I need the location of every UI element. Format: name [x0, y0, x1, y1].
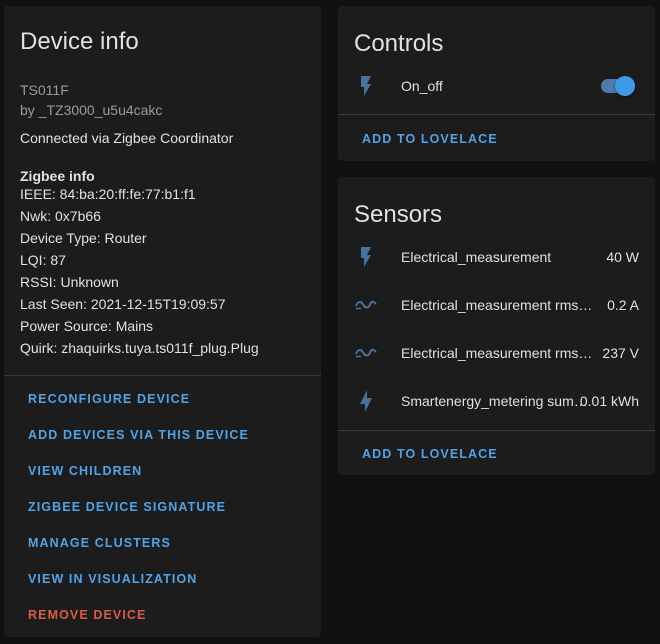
zigbee-last-seen: Last Seen: 2021-12-15T19:09:57	[20, 296, 226, 312]
sensor-value: 0.2 A	[607, 297, 639, 313]
sensor-row[interactable]: Electrical_measurement rms_current 0.2 A	[338, 285, 655, 325]
on-off-toggle[interactable]	[601, 76, 635, 96]
controls-card: Controls On_off ADD TO LOVELACE	[338, 6, 655, 161]
flash-icon	[354, 245, 378, 269]
toggle-thumb	[615, 76, 635, 96]
sensor-value: 0.01 kWh	[579, 393, 639, 409]
sensor-row[interactable]: Electrical_measurement rms_voltage 237 V	[338, 333, 655, 373]
zigbee-quirk: Quirk: zhaquirks.tuya.ts011f_plug.Plug	[20, 340, 259, 356]
lightning-bolt-icon	[354, 389, 378, 413]
controls-divider	[338, 114, 655, 115]
sensors-title: Sensors	[354, 201, 443, 228]
device-model: TS011F	[20, 82, 69, 98]
sensor-row[interactable]: Electrical_measurement 40 W	[338, 237, 655, 277]
sine-wave-icon	[354, 341, 378, 365]
reconfigure-device-button[interactable]: RECONFIGURE DEVICE	[28, 392, 190, 406]
sensor-value: 40 W	[606, 249, 639, 265]
zigbee-device-type: Device Type: Router	[20, 230, 147, 246]
add-devices-via-this-device-button[interactable]: ADD DEVICES VIA THIS DEVICE	[28, 428, 249, 442]
device-connection: Connected via Zigbee Coordinator	[20, 130, 234, 146]
view-children-button[interactable]: VIEW CHILDREN	[28, 464, 142, 478]
device-info-divider	[4, 375, 321, 376]
sensor-name: Smartenergy_metering summation_delivered	[401, 393, 599, 409]
sensors-add-to-lovelace-button[interactable]: ADD TO LOVELACE	[362, 447, 498, 461]
device-info-card: Device info TS011F by _TZ3000_u5u4cakc C…	[4, 6, 321, 637]
sensor-row[interactable]: Smartenergy_metering summation_delivered…	[338, 381, 655, 421]
sensor-name: Electrical_measurement rms_current	[401, 297, 599, 313]
current-ac-icon	[354, 293, 378, 317]
zigbee-lqi: LQI: 87	[20, 252, 66, 268]
manage-clusters-button[interactable]: MANAGE CLUSTERS	[28, 536, 171, 550]
zigbee-rssi: RSSI: Unknown	[20, 274, 119, 290]
sensors-divider	[338, 430, 655, 431]
view-in-visualization-button[interactable]: VIEW IN VISUALIZATION	[28, 572, 197, 586]
zigbee-power-source: Power Source: Mains	[20, 318, 154, 334]
sensor-name: Electrical_measurement rms_voltage	[401, 345, 599, 361]
sensors-card: Sensors Electrical_measurement 40 W Elec…	[338, 177, 655, 475]
control-name: On_off	[401, 78, 443, 94]
flash-icon	[354, 74, 378, 98]
device-info-title: Device info	[20, 28, 139, 55]
device-manufacturer: by _TZ3000_u5u4cakc	[20, 102, 163, 118]
controls-title: Controls	[354, 30, 444, 57]
sensor-name: Electrical_measurement	[401, 249, 552, 265]
zigbee-device-signature-button[interactable]: ZIGBEE DEVICE SIGNATURE	[28, 500, 226, 514]
control-row-on-off[interactable]: On_off	[338, 66, 655, 106]
sensor-value: 237 V	[602, 345, 639, 361]
zigbee-nwk: Nwk: 0x7b66	[20, 208, 101, 224]
controls-add-to-lovelace-button[interactable]: ADD TO LOVELACE	[362, 132, 498, 146]
zigbee-info-heading: Zigbee info	[20, 168, 95, 184]
zigbee-ieee: IEEE: 84:ba:20:ff:fe:77:b1:f1	[20, 186, 196, 202]
remove-device-button[interactable]: REMOVE DEVICE	[28, 608, 147, 622]
